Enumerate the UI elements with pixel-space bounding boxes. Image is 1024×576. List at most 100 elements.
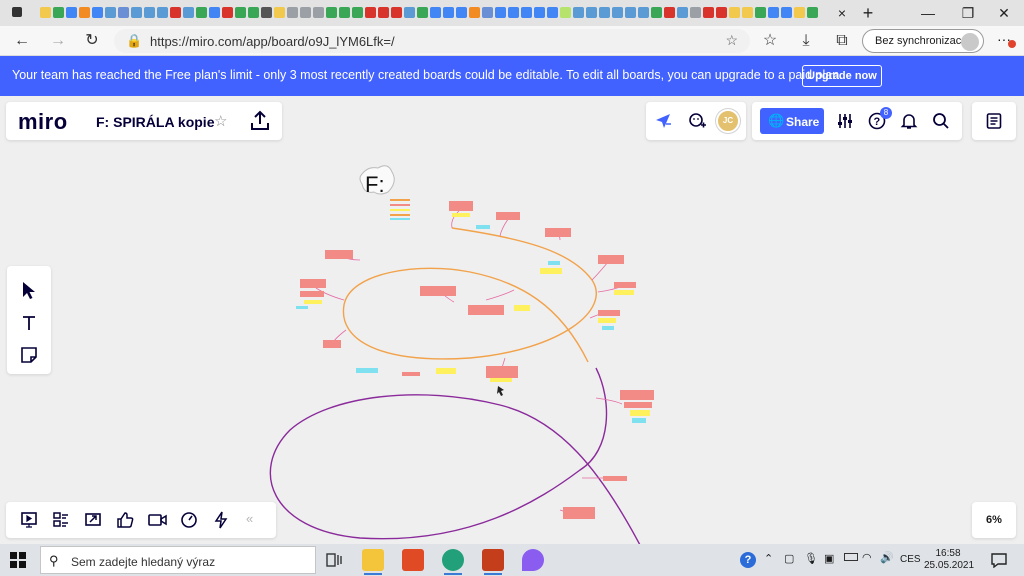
tab-favicon[interactable] — [157, 7, 168, 18]
tab-favicon[interactable] — [118, 7, 129, 18]
input-language[interactable]: CES — [900, 554, 921, 565]
zoom-level[interactable]: 6% — [972, 502, 1016, 538]
frames-icon[interactable] — [52, 511, 70, 529]
mindmap-nodes[interactable] — [296, 201, 654, 519]
tab-favicon[interactable] — [716, 7, 727, 18]
power-ups-icon[interactable] — [212, 511, 230, 529]
tab-favicon[interactable] — [170, 7, 181, 18]
user-avatar[interactable]: JC — [716, 109, 740, 133]
tab-favicon[interactable] — [53, 7, 64, 18]
tab-favicon[interactable] — [482, 7, 493, 18]
tab-favicon[interactable] — [690, 7, 701, 18]
timer-icon[interactable] — [180, 511, 198, 529]
tab-favicon[interactable] — [508, 7, 519, 18]
screen-share-icon[interactable] — [84, 511, 102, 529]
tab-favicon[interactable] — [625, 7, 636, 18]
tab-favicon[interactable] — [40, 7, 51, 18]
voting-icon[interactable] — [116, 511, 134, 529]
task-view-icon[interactable] — [326, 553, 342, 567]
tab-favicon[interactable] — [196, 7, 207, 18]
tab-favicon[interactable] — [274, 7, 285, 18]
tab-favicon[interactable] — [105, 7, 116, 18]
more-menu-icon[interactable]: ··· — [994, 31, 1016, 51]
url-field[interactable]: 🔒 https://miro.com/app/board/o9J_lYM6Lfk… — [114, 29, 750, 53]
minimize-icon[interactable]: — — [918, 3, 938, 23]
profile-sync-button[interactable]: Bez synchronizace — [862, 29, 984, 53]
board-list-icon[interactable] — [985, 112, 1003, 130]
tab-favicon[interactable] — [534, 7, 545, 18]
downloads-icon[interactable]: ⤓ — [796, 31, 816, 51]
presentation-icon[interactable] — [20, 511, 38, 529]
tab-favicon[interactable] — [79, 7, 90, 18]
search-icon[interactable] — [932, 112, 950, 130]
tab-favicon[interactable] — [469, 7, 480, 18]
tab-favicon[interactable] — [755, 7, 766, 18]
tab-favicon[interactable] — [651, 7, 662, 18]
canvas-title[interactable]: F: — [365, 172, 385, 197]
tab-favicon[interactable] — [404, 7, 415, 18]
tab-favicon[interactable] — [677, 7, 688, 18]
tab-favicon[interactable] — [807, 7, 818, 18]
export-icon[interactable] — [248, 109, 272, 133]
sticky-note-icon[interactable] — [20, 346, 38, 364]
paint-icon[interactable] — [522, 549, 544, 571]
edge-icon[interactable] — [442, 549, 464, 575]
close-tab-icon[interactable]: × — [832, 3, 852, 23]
tab-favicon[interactable] — [703, 7, 714, 18]
taskbar-search[interactable]: ⚲ Sem zadejte hledaný výraz — [40, 546, 316, 574]
tab-favicon[interactable] — [547, 7, 558, 18]
tab-favicon[interactable] — [586, 7, 597, 18]
tab-favicon[interactable] — [417, 7, 428, 18]
file-explorer-icon[interactable] — [362, 549, 384, 575]
wifi-icon[interactable]: ◠ — [862, 551, 872, 564]
tab-favicon[interactable] — [742, 7, 753, 18]
tab-favicon[interactable] — [222, 7, 233, 18]
show-hidden-icons-icon[interactable]: ⌃ — [764, 552, 773, 565]
add-favorite-icon[interactable]: ☆ — [725, 32, 738, 49]
tab-favicon[interactable] — [443, 7, 454, 18]
favorites-icon[interactable]: ☆ — [760, 31, 780, 51]
start-icon[interactable] — [10, 552, 26, 568]
tab-favicon[interactable] — [313, 7, 324, 18]
tab-favicon[interactable] — [300, 7, 311, 18]
tab-favicon[interactable] — [638, 7, 649, 18]
tab-favicon[interactable] — [365, 7, 376, 18]
tab-favicon[interactable] — [794, 7, 805, 18]
forward-icon[interactable]: → — [48, 31, 68, 51]
tab-favicon[interactable] — [339, 7, 350, 18]
notifications-bell-icon[interactable] — [900, 112, 918, 130]
tab-favicon[interactable] — [183, 7, 194, 18]
tab-favicon[interactable] — [235, 7, 246, 18]
microphone-icon[interactable]: 🎙 — [804, 552, 818, 565]
star-icon[interactable]: ☆ — [214, 112, 227, 130]
tab-favicon[interactable] — [261, 7, 272, 18]
tab-favicon[interactable] — [521, 7, 532, 18]
legend-stripes[interactable] — [390, 199, 410, 220]
tab-favicon[interactable] — [560, 7, 571, 18]
tab-favicon[interactable] — [248, 7, 259, 18]
tab-favicon[interactable] — [612, 7, 623, 18]
tab-favicon[interactable] — [573, 7, 584, 18]
tab-favicon[interactable] — [664, 7, 675, 18]
tab-favicon[interactable] — [66, 7, 77, 18]
share-button[interactable]: 🌐 Share — [760, 108, 824, 134]
battery-icon[interactable] — [844, 553, 858, 561]
collections-icon[interactable]: ⧉ — [832, 31, 852, 51]
tab-favicon[interactable] — [352, 7, 363, 18]
tab-favicon[interactable] — [456, 7, 467, 18]
tab-favicon[interactable] — [599, 7, 610, 18]
tab-favicon[interactable] — [92, 7, 103, 18]
window-close-icon[interactable]: ✕ — [994, 3, 1014, 23]
orange-spiral-path[interactable] — [342, 227, 597, 363]
clock[interactable]: 16:58 25.05.2021 — [924, 548, 974, 572]
url-text[interactable]: https://miro.com/app/board/o9J_lYM6Lfk=/ — [150, 34, 395, 49]
video-call-icon[interactable] — [148, 511, 168, 529]
tab-favicon[interactable] — [391, 7, 402, 18]
refresh-icon[interactable]: ↻ — [82, 31, 102, 51]
select-cursor-icon[interactable] — [20, 280, 38, 300]
tray-app-icon[interactable]: ▢ — [784, 552, 794, 565]
tab-favicon[interactable] — [781, 7, 792, 18]
volume-icon[interactable]: 🔊 — [880, 551, 894, 564]
tab-favicon[interactable] — [768, 7, 779, 18]
tab-favicon[interactable] — [131, 7, 142, 18]
